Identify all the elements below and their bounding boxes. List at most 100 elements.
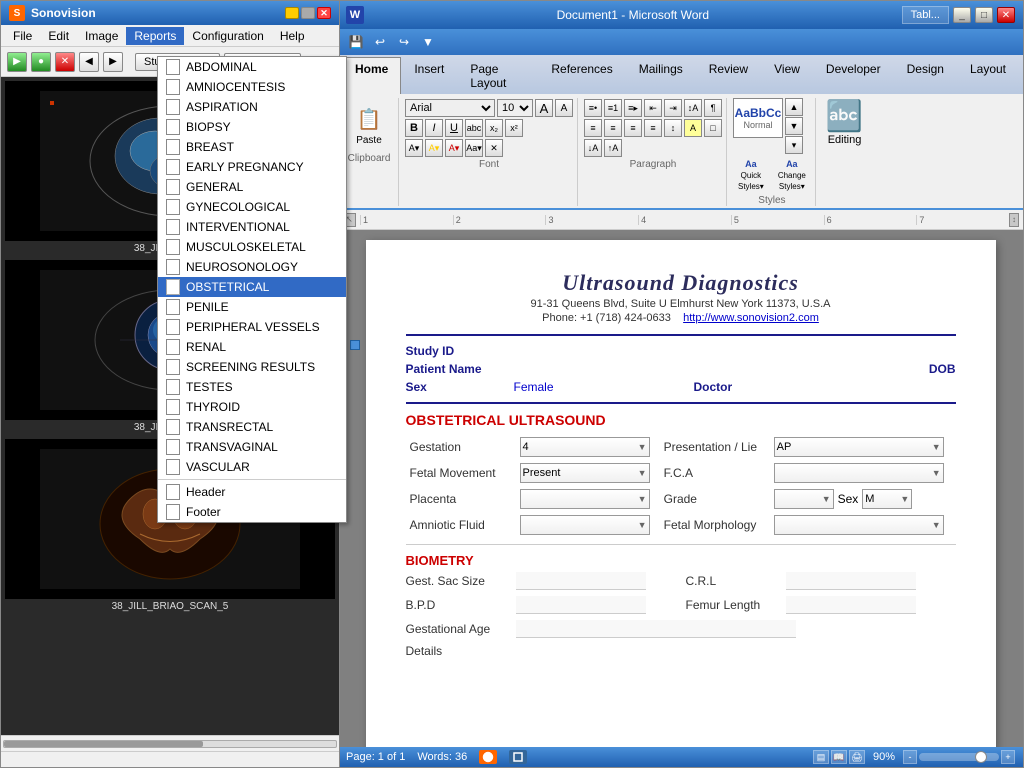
gest-sac-field[interactable]: [516, 572, 646, 590]
multilevel-btn[interactable]: ≡▸: [624, 99, 642, 117]
tab-review[interactable]: Review: [696, 57, 761, 94]
gestation-select[interactable]: 4 ▼: [520, 437, 650, 457]
sex-form-select[interactable]: M ▼: [862, 489, 912, 509]
menu-biopsy[interactable]: BIOPSY: [158, 117, 346, 137]
crl-field[interactable]: [786, 572, 916, 590]
record-btn[interactable]: ●: [31, 52, 51, 72]
styles-down-btn[interactable]: ▼: [785, 117, 803, 135]
bold-btn[interactable]: B: [405, 119, 423, 137]
vertical-ruler-toggle[interactable]: ↕: [1009, 213, 1019, 227]
word-minimize-btn[interactable]: _: [953, 7, 971, 23]
font-size-select[interactable]: 10: [497, 99, 533, 117]
menu-obstetrical[interactable]: OBSTETRICAL: [158, 277, 346, 297]
menu-breast[interactable]: BREAST: [158, 137, 346, 157]
margin-marker[interactable]: [350, 340, 360, 350]
styles-more-btn[interactable]: ▾: [785, 136, 803, 154]
menu-edit[interactable]: Edit: [40, 27, 77, 45]
menu-testes[interactable]: TESTES: [158, 377, 346, 397]
shading-btn[interactable]: A: [684, 119, 702, 137]
menu-aspiration[interactable]: ASPIRATION: [158, 97, 346, 117]
menu-footer[interactable]: Footer: [158, 502, 346, 522]
qat-dropdown-btn[interactable]: ▼: [418, 32, 438, 52]
qat-undo-btn[interactable]: ↩: [370, 32, 390, 52]
qat-save-btn[interactable]: 💾: [346, 32, 366, 52]
tab-view[interactable]: View: [761, 57, 813, 94]
menu-thyroid[interactable]: THYROID: [158, 397, 346, 417]
paste-btn[interactable]: 📋 Paste: [346, 98, 392, 151]
tab-design[interactable]: Design: [894, 57, 957, 94]
text-highlight-btn[interactable]: A▾: [425, 139, 443, 157]
editing-text[interactable]: Editing: [828, 134, 862, 146]
quick-styles-btn[interactable]: AaBbCc Normal: [733, 98, 783, 138]
menu-general[interactable]: GENERAL: [158, 177, 346, 197]
qat-redo-btn[interactable]: ↪: [394, 32, 414, 52]
zoom-out-btn[interactable]: -: [903, 750, 917, 764]
menu-amniocentesis[interactable]: AMNIOCENTESIS: [158, 77, 346, 97]
zoom-slider[interactable]: [919, 753, 999, 761]
decrease-indent-btn[interactable]: ⇤: [644, 99, 662, 117]
amniotic-select[interactable]: ▼: [520, 515, 650, 535]
next-btn[interactable]: ▶: [103, 52, 123, 72]
menu-penile[interactable]: PENILE: [158, 297, 346, 317]
grade-select[interactable]: ▼: [774, 489, 834, 509]
quick-styles-change-btn[interactable]: Aa Quick Styles▾: [733, 156, 769, 194]
document-area[interactable]: Ultrasound Diagnostics 91-31 Queens Blvd…: [338, 230, 1023, 747]
menu-musculoskeletal[interactable]: MUSCULOSKELETAL: [158, 237, 346, 257]
tab-layout[interactable]: Layout: [957, 57, 1019, 94]
menu-neurosonology[interactable]: NEUROSONOLOGY: [158, 257, 346, 277]
menu-peripheral-vessels[interactable]: PERIPHERAL VESSELS: [158, 317, 346, 337]
tabl-overflow[interactable]: Tabl...: [902, 6, 949, 24]
zoom-thumb[interactable]: [975, 751, 987, 763]
horizontal-scrollbar[interactable]: [1, 735, 339, 751]
text-effects-btn[interactable]: A▾: [405, 139, 423, 157]
menu-transvaginal[interactable]: TRANSVAGINAL: [158, 437, 346, 457]
align-center-btn[interactable]: ≡: [604, 119, 622, 137]
stop-btn[interactable]: ✕: [55, 52, 75, 72]
menu-interventional[interactable]: INTERVENTIONAL: [158, 217, 346, 237]
tab-mailings[interactable]: Mailings: [626, 57, 696, 94]
presentation-select[interactable]: AP ▼: [774, 437, 944, 457]
gestational-age-field[interactable]: [516, 620, 796, 638]
font-name-select[interactable]: Arial: [405, 99, 495, 117]
grow-font-btn[interactable]: A: [535, 99, 553, 117]
fca-select[interactable]: ▼: [774, 463, 944, 483]
align-left-btn[interactable]: ≡: [584, 119, 602, 137]
styles-up-btn[interactable]: ▲: [785, 98, 803, 116]
shrink-font-btn[interactable]: A: [555, 99, 573, 117]
borders-btn[interactable]: □: [704, 119, 722, 137]
tab-developer[interactable]: Developer: [813, 57, 894, 94]
tab-references[interactable]: References: [538, 57, 625, 94]
clear-format-btn[interactable]: ✕: [485, 139, 503, 157]
strikethrough-btn[interactable]: abc: [465, 119, 483, 137]
menu-image[interactable]: Image: [77, 27, 126, 45]
align-right-btn[interactable]: ≡: [624, 119, 642, 137]
prev-btn[interactable]: ◀: [79, 52, 99, 72]
change-case-btn[interactable]: Aa▾: [465, 139, 483, 157]
menu-configuration[interactable]: Configuration: [184, 27, 271, 45]
show-marks-btn[interactable]: ¶: [704, 99, 722, 117]
close-btn[interactable]: ✕: [317, 7, 331, 19]
change-styles-btn[interactable]: Aa Change Styles▾: [773, 156, 811, 194]
print-view-btn[interactable]: 🖨: [849, 750, 865, 764]
placenta-select[interactable]: ▼: [520, 489, 650, 509]
minimize-btn[interactable]: [285, 7, 299, 19]
fetal-movement-select[interactable]: Present ▼: [520, 463, 650, 483]
word-close-btn[interactable]: ✕: [997, 7, 1015, 23]
justify-btn[interactable]: ≡: [644, 119, 662, 137]
increase-indent-btn[interactable]: ⇥: [664, 99, 682, 117]
subscript-btn[interactable]: x₂: [485, 119, 503, 137]
menu-vascular[interactable]: VASCULAR: [158, 457, 346, 477]
menu-header[interactable]: Header: [158, 482, 346, 502]
bullets-btn[interactable]: ≡•: [584, 99, 602, 117]
tab-page-layout[interactable]: Page Layout: [457, 57, 538, 94]
menu-transrectal[interactable]: TRANSRECTAL: [158, 417, 346, 437]
superscript-btn[interactable]: x²: [505, 119, 523, 137]
normal-view-btn[interactable]: ▤: [813, 750, 829, 764]
menu-file[interactable]: File: [5, 27, 40, 45]
reading-view-btn[interactable]: 📖: [831, 750, 847, 764]
play-btn[interactable]: ▶: [7, 52, 27, 72]
menu-screening-results[interactable]: SCREENING RESULTS: [158, 357, 346, 377]
para-extra-2[interactable]: ↑A: [604, 139, 622, 157]
tab-home[interactable]: Home: [342, 57, 401, 94]
spellcheck-icon[interactable]: [479, 750, 497, 764]
